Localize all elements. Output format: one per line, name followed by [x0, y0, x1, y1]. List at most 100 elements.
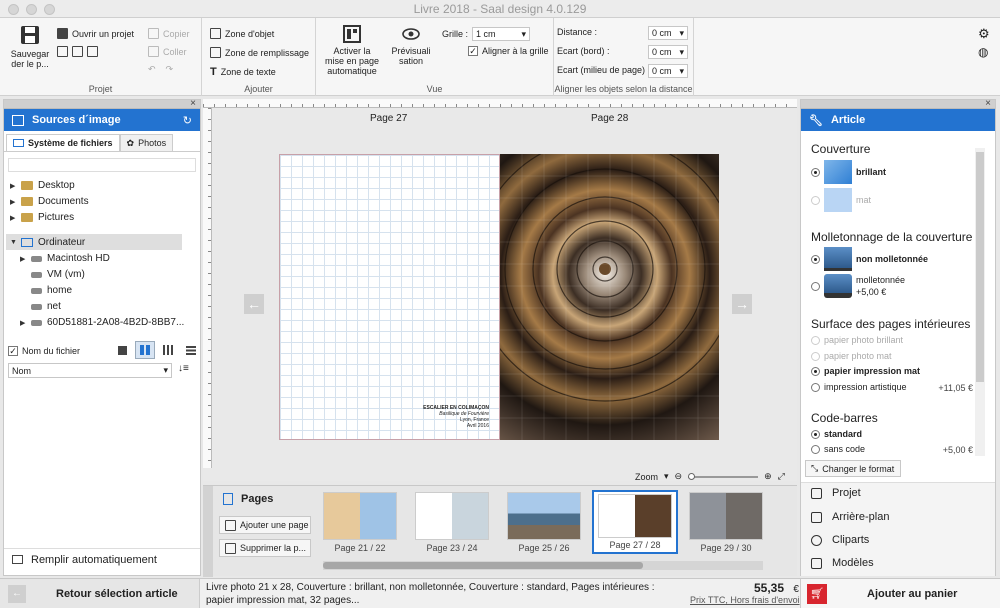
page-thumb-27-28-selected[interactable]: Page 27 / 28	[592, 490, 678, 554]
dropdown-icon[interactable]: ▾	[664, 471, 669, 482]
add-object-zone-button[interactable]: Zone d'objet	[210, 28, 274, 39]
page-27[interactable]: ESCALIER EN COLIMAÇON Basilique de Fourv…	[279, 154, 500, 440]
page-thumb-25-26[interactable]: Page 25 / 26	[507, 492, 581, 553]
view-large-icon[interactable]	[112, 341, 132, 359]
cover-option-glossy[interactable]: brillant	[811, 160, 886, 184]
next-spread-button[interactable]: →	[732, 294, 752, 314]
tab-photos[interactable]: ✿ Photos	[119, 134, 174, 151]
surface-option-3[interactable]: papier impression mat	[811, 366, 920, 376]
radio-padded[interactable]	[811, 281, 820, 291]
photo-caption[interactable]: ESCALIER EN COLIMAÇON Basilique de Fourv…	[423, 405, 489, 429]
tree-item-home[interactable]: home	[20, 285, 72, 296]
copy-button[interactable]: Copier	[148, 28, 190, 39]
edge-gap-select[interactable]: 0 cm ▾	[648, 45, 688, 59]
tree-item-documents[interactable]: ▶ Documents	[10, 196, 89, 207]
auto-layout-button[interactable]: Activer la mise en page automatique	[324, 24, 380, 76]
page-thumb-29-30[interactable]: Page 29 / 30	[689, 492, 763, 553]
nav-cliparts[interactable]: Cliparts	[811, 534, 869, 546]
tree-item-macintosh-hd[interactable]: ▶ Macintosh HD	[20, 253, 110, 264]
radio-surface-2[interactable]	[811, 351, 820, 361]
paste-button[interactable]: Coller	[148, 46, 187, 57]
tray-scrollbar[interactable]	[323, 561, 763, 570]
tree-item-desktop[interactable]: ▶ Desktop	[10, 180, 75, 191]
price-note-link[interactable]: Prix TTC, Hors frais d'envoi	[690, 595, 800, 605]
zoom-slider[interactable]	[688, 472, 759, 480]
new-page-icon[interactable]	[57, 46, 68, 57]
close-panel-icon[interactable]: ×	[985, 98, 991, 109]
show-filename-option[interactable]: ✓ Nom du fichier	[8, 346, 80, 356]
preview-button[interactable]: Prévisuali sation	[388, 24, 434, 66]
cover-option-matte[interactable]: mat	[811, 188, 871, 212]
view-list-icon[interactable]	[181, 341, 201, 359]
snap-to-grid-option[interactable]: ✓ Aligner à la grille	[468, 46, 549, 56]
zoom-in-icon[interactable]: ⊕	[764, 471, 772, 482]
open-project-button[interactable]: Ouvrir un projet	[57, 28, 134, 39]
add-page-button[interactable]: Ajouter une page	[219, 516, 311, 534]
surface-option-4[interactable]: impression artistique	[811, 382, 907, 392]
collapse-icon[interactable]: ▼	[10, 239, 17, 246]
padding-option-padded[interactable]: molletonnée +5,00 €	[811, 274, 905, 298]
nav-projet[interactable]: Projet	[811, 487, 861, 499]
tray-scrollbar-thumb[interactable]	[323, 562, 643, 569]
expand-icon[interactable]: ▶	[10, 182, 16, 190]
radio-matte[interactable]	[811, 195, 820, 205]
path-field[interactable]	[8, 158, 196, 172]
radio-surface-1[interactable]	[811, 335, 820, 345]
barcode-option-none[interactable]: sans code	[811, 444, 865, 454]
fit-page-icon[interactable]: ⤢	[778, 471, 785, 482]
tree-item-volume[interactable]: ▶ 60D51881-2A08-4B2D-8BB7...	[20, 317, 184, 328]
page-28-photo[interactable]	[500, 154, 719, 440]
tree-item-vm[interactable]: VM (vm)	[20, 269, 85, 280]
sort-select[interactable]: Nom ▾	[8, 363, 172, 378]
tree-item-net[interactable]: net	[20, 301, 61, 312]
nav-background[interactable]: Arrière-plan	[811, 511, 889, 523]
surface-option-2[interactable]: papier photo mat	[811, 351, 892, 361]
back-to-article-button[interactable]: ← Retour sélection article	[0, 579, 200, 608]
globe-icon[interactable]: ◍	[978, 45, 988, 59]
barcode-option-standard[interactable]: standard	[811, 429, 862, 439]
page-thumb-23-24[interactable]: Page 23 / 24	[415, 492, 489, 553]
tree-item-computer[interactable]: ▼ Ordinateur	[6, 234, 182, 250]
nav-templates[interactable]: Modèles	[811, 557, 874, 569]
save-button[interactable]: Sauvegar der le p...	[8, 24, 52, 69]
radio-surface-4[interactable]	[811, 382, 820, 392]
snap-checkbox[interactable]: ✓	[468, 46, 478, 56]
tab-file-system[interactable]: Système de fichiers	[6, 134, 120, 151]
radio-surface-3[interactable]	[811, 366, 820, 376]
expand-icon[interactable]: ▶	[20, 319, 26, 327]
expand-icon[interactable]: ▶	[10, 198, 16, 206]
minimize-window-button[interactable]	[26, 4, 37, 15]
distance-select[interactable]: 0 cm ▾	[648, 26, 688, 40]
zoom-out-icon[interactable]: ⊖	[675, 471, 683, 482]
remove-page-button[interactable]: Supprimer la p...	[219, 539, 311, 557]
zoom-slider-thumb[interactable]	[688, 472, 696, 480]
undo-icon[interactable]: ↶	[148, 64, 156, 75]
change-format-button[interactable]: ⤡ Changer le format	[805, 460, 901, 477]
expand-icon[interactable]: ▶	[10, 214, 16, 222]
filename-checkbox[interactable]: ✓	[8, 346, 18, 356]
zoom-window-button[interactable]	[44, 4, 55, 15]
sort-order-icon[interactable]: ↓≡	[178, 363, 189, 374]
radio-no-padding[interactable]	[811, 254, 820, 264]
radio-barcode-none[interactable]	[811, 444, 820, 454]
radio-glossy[interactable]	[811, 167, 820, 177]
options-scrollbar-thumb[interactable]	[976, 152, 984, 382]
grid-select[interactable]: 1 cm ▾	[472, 27, 531, 41]
options-scrollbar[interactable]	[975, 148, 985, 456]
padding-option-none[interactable]: non molletonnée	[811, 247, 928, 271]
expand-icon[interactable]: ▶	[20, 255, 26, 263]
import-icon[interactable]	[72, 46, 83, 57]
add-text-zone-button[interactable]: T Zone de texte	[210, 66, 276, 78]
mid-gap-select[interactable]: 0 cm ▾	[648, 64, 688, 78]
page-thumb-21-22[interactable]: Page 21 / 22	[323, 492, 397, 553]
autofill-button[interactable]: Remplir automatiquement	[4, 548, 200, 570]
add-to-cart-button[interactable]: 🛒︎ Ajouter au panier	[800, 579, 1000, 608]
previous-spread-button[interactable]: ←	[244, 294, 264, 314]
surface-option-1[interactable]: papier photo brillant	[811, 335, 903, 345]
tree-item-pictures[interactable]: ▶ Pictures	[10, 212, 74, 223]
view-small-icon[interactable]	[158, 341, 178, 359]
export-icon[interactable]	[87, 46, 98, 57]
redo-icon[interactable]: ↷	[166, 64, 174, 75]
close-window-button[interactable]	[8, 4, 19, 15]
close-panel-icon[interactable]: ×	[190, 98, 196, 109]
